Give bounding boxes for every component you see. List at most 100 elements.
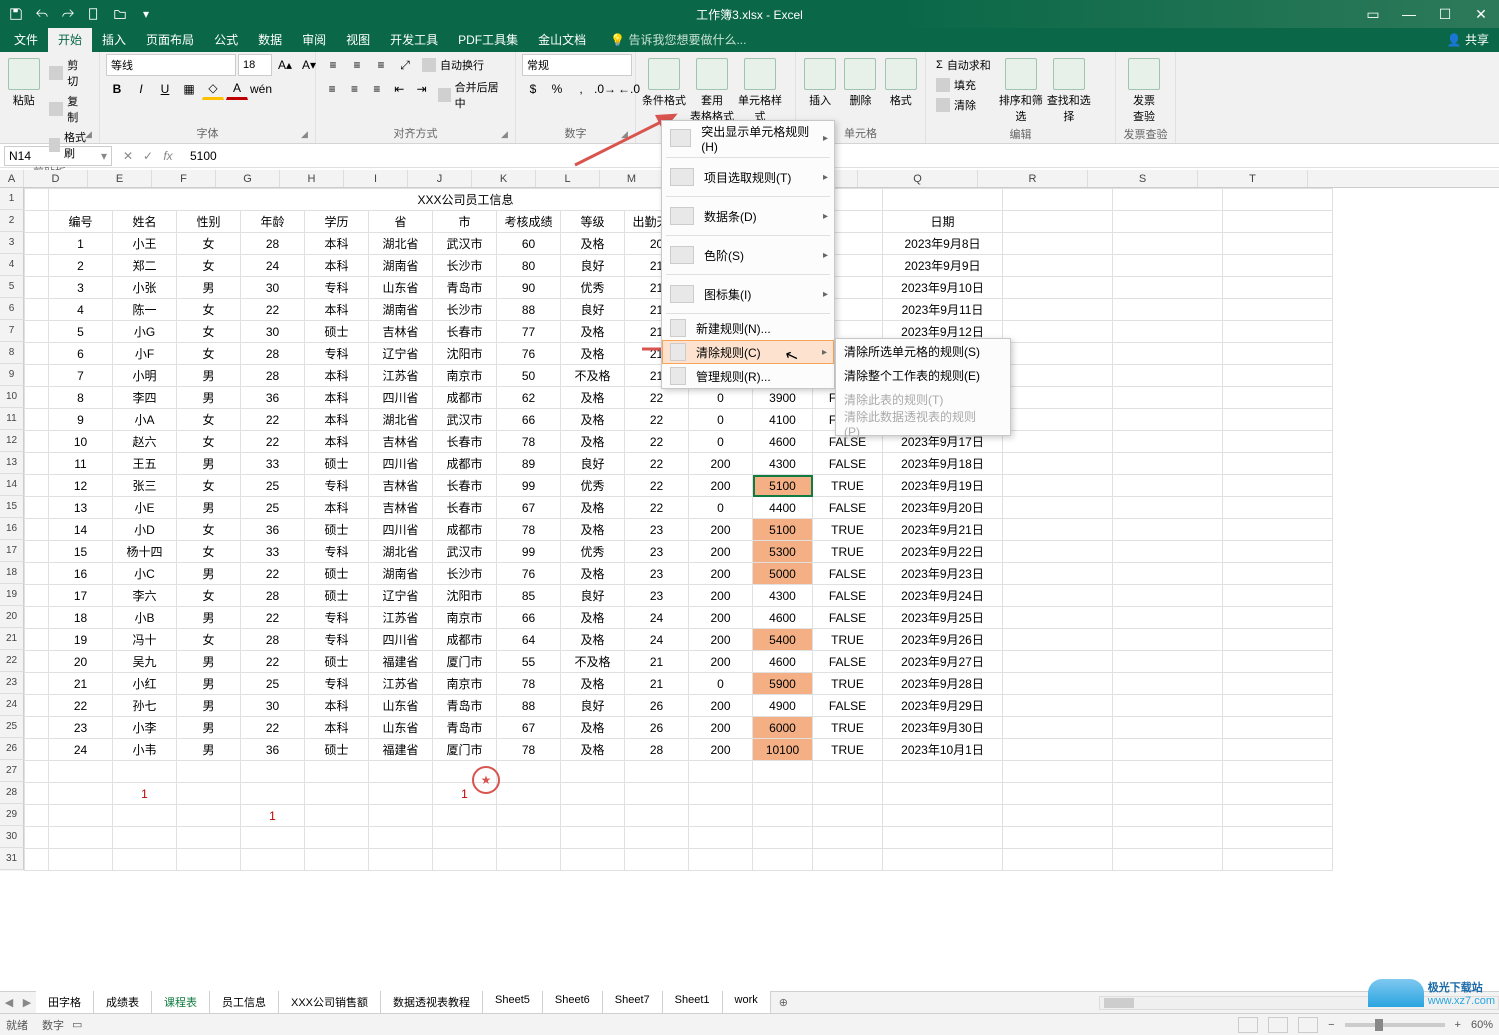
cell[interactable]: [813, 849, 883, 871]
data-cell[interactable]: 17: [49, 585, 113, 607]
data-cell[interactable]: 武汉市: [433, 541, 497, 563]
cell[interactable]: [25, 849, 49, 871]
data-cell[interactable]: 四川省: [369, 453, 433, 475]
row-header-14[interactable]: 14: [0, 474, 24, 496]
cell[interactable]: [369, 761, 433, 783]
data-cell[interactable]: 6000: [753, 717, 813, 739]
cell[interactable]: [753, 805, 813, 827]
data-cell[interactable]: 小张: [113, 277, 177, 299]
data-cell[interactable]: FALSE: [813, 563, 883, 585]
data-cell[interactable]: 长沙市: [433, 255, 497, 277]
cell[interactable]: [1113, 321, 1223, 343]
data-cell[interactable]: 24: [241, 255, 305, 277]
menu-manage-rules[interactable]: 管理规则(R)...: [662, 364, 834, 388]
cell[interactable]: [625, 805, 689, 827]
cell[interactable]: [1113, 189, 1223, 211]
cell[interactable]: [1003, 475, 1113, 497]
close-button[interactable]: ✕: [1463, 0, 1499, 28]
col-header-J[interactable]: J: [408, 170, 472, 187]
data-cell[interactable]: 优秀: [561, 277, 625, 299]
data-cell[interactable]: 本科: [305, 255, 369, 277]
data-cell[interactable]: 青岛市: [433, 277, 497, 299]
menu-new-rule[interactable]: 新建规则(N)...: [662, 316, 834, 340]
cell[interactable]: [1003, 563, 1113, 585]
invoice-check-button[interactable]: 发票 查验: [1122, 54, 1166, 124]
row-header-2[interactable]: 2: [0, 210, 24, 232]
data-cell[interactable]: 青岛市: [433, 695, 497, 717]
data-cell[interactable]: 5000: [753, 563, 813, 585]
data-cell[interactable]: 2023年9月11日: [883, 299, 1003, 321]
data-cell[interactable]: 及格: [561, 343, 625, 365]
cell[interactable]: [1003, 453, 1113, 475]
cell[interactable]: [1003, 387, 1113, 409]
cell[interactable]: [177, 827, 241, 849]
cell[interactable]: [25, 651, 49, 673]
data-cell[interactable]: 女: [177, 343, 241, 365]
data-cell[interactable]: 28: [241, 585, 305, 607]
data-cell[interactable]: 及格: [561, 739, 625, 761]
cell[interactable]: [689, 805, 753, 827]
data-cell[interactable]: 长春市: [433, 321, 497, 343]
qat-open[interactable]: [108, 2, 132, 26]
data-cell[interactable]: 及格: [561, 717, 625, 739]
cell[interactable]: [113, 849, 177, 871]
cell[interactable]: [1003, 827, 1113, 849]
data-cell[interactable]: 33: [241, 541, 305, 563]
cell[interactable]: [25, 475, 49, 497]
cell[interactable]: [1113, 387, 1223, 409]
cell[interactable]: [497, 827, 561, 849]
align-top-icon[interactable]: ≡: [322, 54, 344, 76]
data-cell[interactable]: 200: [689, 475, 753, 497]
data-cell[interactable]: 小王: [113, 233, 177, 255]
cell[interactable]: [883, 189, 1003, 211]
data-cell[interactable]: 16: [49, 563, 113, 585]
enter-formula-icon[interactable]: ✓: [140, 149, 156, 163]
cell[interactable]: [1223, 717, 1333, 739]
data-cell[interactable]: 长沙市: [433, 563, 497, 585]
data-cell[interactable]: 沈阳市: [433, 585, 497, 607]
cell[interactable]: [1003, 189, 1113, 211]
zoom-slider[interactable]: [1345, 1023, 1445, 1027]
data-cell[interactable]: 2: [49, 255, 113, 277]
row-header-20[interactable]: 20: [0, 606, 24, 628]
data-cell[interactable]: 28: [241, 233, 305, 255]
increase-decimal-icon[interactable]: .0→: [594, 78, 616, 100]
cell[interactable]: [883, 827, 1003, 849]
data-cell[interactable]: 吴九: [113, 651, 177, 673]
cell[interactable]: [1113, 607, 1223, 629]
bold-button[interactable]: B: [106, 78, 128, 100]
cell[interactable]: [1113, 673, 1223, 695]
sheet-tab-6[interactable]: Sheet5: [483, 991, 543, 1015]
cell[interactable]: [813, 827, 883, 849]
data-cell[interactable]: 200: [689, 717, 753, 739]
cell[interactable]: [305, 849, 369, 871]
data-cell[interactable]: 女: [177, 541, 241, 563]
data-cell[interactable]: FALSE: [813, 453, 883, 475]
cell[interactable]: [1223, 211, 1333, 233]
cell[interactable]: [1223, 849, 1333, 871]
cell[interactable]: [753, 827, 813, 849]
cell[interactable]: [49, 783, 113, 805]
col-hdr-7[interactable]: 考核成绩: [497, 211, 561, 233]
data-cell[interactable]: 20: [49, 651, 113, 673]
sheet-tab-4[interactable]: XXX公司销售额: [279, 991, 381, 1015]
align-bottom-icon[interactable]: ≡: [370, 54, 392, 76]
tab-view[interactable]: 视图: [336, 27, 380, 52]
data-cell[interactable]: 江苏省: [369, 365, 433, 387]
zoom-in-button[interactable]: +: [1455, 1019, 1461, 1031]
cell[interactable]: [689, 827, 753, 849]
cell[interactable]: [433, 849, 497, 871]
view-normal-icon[interactable]: [1238, 1017, 1258, 1033]
col-hdr-8[interactable]: 等级: [561, 211, 625, 233]
data-cell[interactable]: 67: [497, 717, 561, 739]
data-cell[interactable]: 本科: [305, 233, 369, 255]
cell[interactable]: [753, 761, 813, 783]
clipboard-launcher-icon[interactable]: ◢: [85, 129, 97, 141]
data-cell[interactable]: 良好: [561, 453, 625, 475]
row-header-30[interactable]: 30: [0, 826, 24, 848]
data-cell[interactable]: 18: [49, 607, 113, 629]
data-cell[interactable]: 硕士: [305, 321, 369, 343]
data-cell[interactable]: 0: [689, 497, 753, 519]
cell[interactable]: [1223, 409, 1333, 431]
data-cell[interactable]: 24: [49, 739, 113, 761]
